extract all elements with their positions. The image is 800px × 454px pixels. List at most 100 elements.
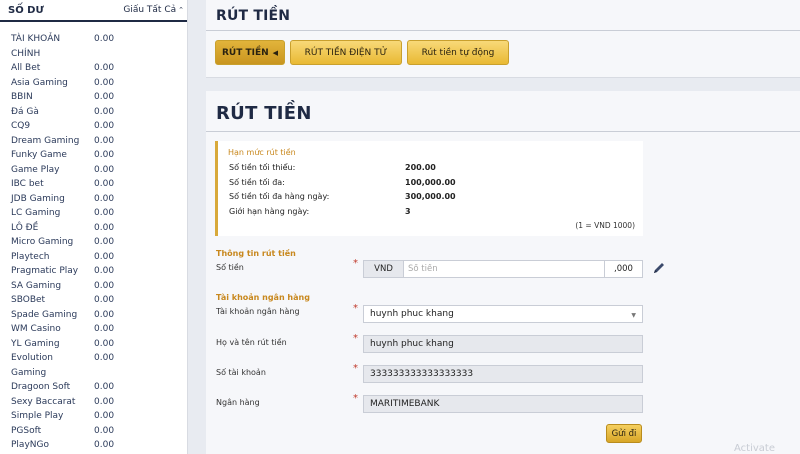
bank-account-title: Tài khoản ngân hàng <box>216 293 310 302</box>
hide-all-label: Giấu Tất Cả <box>123 5 177 15</box>
balance-row: Playtech 0.00 <box>0 250 187 265</box>
balance-row-name: Asia Gaming <box>11 77 68 88</box>
required-mark: * <box>353 258 358 269</box>
balance-row: PGSoft 0.00 <box>0 424 187 439</box>
balance-row: WM Casino 0.00 <box>0 322 187 337</box>
balance-row-name: Dragoon Soft <box>11 382 71 392</box>
balance-row: CHÍNH <box>0 47 187 62</box>
tab-e-withdraw-label: RÚT TIỀN ĐIỆN TỬ <box>304 47 388 58</box>
balance-row-name: TÀI KHOẢN <box>11 34 61 44</box>
balance-row-value <box>94 47 154 62</box>
balance-row: Gaming <box>0 366 187 381</box>
page-title: RÚT TIỀN <box>216 8 291 24</box>
balance-row-value: 0.00 <box>94 295 115 305</box>
withdraw-limits-box: Hạn mức rút tiền Số tiền tối thiểu: 200.… <box>215 141 643 236</box>
bank-name-field: MARITIMEBANK <box>363 395 643 413</box>
sidebar-header: SỐ DƯ Giấu Tất Cả ⌃ <box>0 0 187 22</box>
limit-label: Số tiền tối thiểu: <box>229 163 296 172</box>
balance-row: SA Gaming 0.00 <box>0 279 187 294</box>
balance-row: LÔ ĐỀ 0.00 <box>0 221 187 236</box>
balance-row-value: 0.00 <box>94 92 115 102</box>
tab-e-withdraw[interactable]: RÚT TIỀN ĐIỆN TỬ <box>290 40 402 65</box>
balance-row: Pragmatic Play 0.00 <box>0 264 187 279</box>
limit-value: 100,000.00 <box>405 178 456 187</box>
amount-input[interactable] <box>404 261 604 277</box>
balance-row-value: 0.00 <box>94 164 115 175</box>
balance-row-value: 0.00 <box>94 121 115 131</box>
balance-row: LC Gaming 0.00 <box>0 206 187 221</box>
tab-withdraw-label: RÚT TIỀN <box>221 47 269 58</box>
bank-account-label: Tài khoản ngân hàng <box>216 307 300 316</box>
balance-row-value: 0.00 <box>94 266 115 276</box>
balance-row: Dragoon Soft 0.00 <box>0 380 187 395</box>
balance-row: Spade Gaming 0.00 <box>0 308 187 323</box>
account-name-field: huynh phuc khang <box>363 335 643 353</box>
balance-row: CQ9 0.00 <box>0 119 187 134</box>
balance-row-name: Funky Game <box>11 150 67 160</box>
balance-row-name: BBIN <box>11 92 33 102</box>
sidebar-title: SỐ DƯ <box>8 4 44 16</box>
balance-row-name: Gaming <box>11 367 47 378</box>
balance-row-value: 0.00 <box>94 324 115 334</box>
amount-field: VND ,000 <box>363 260 643 278</box>
balance-row-value: 0.00 <box>94 63 115 73</box>
balance-row-name: Dream Gaming <box>11 135 80 146</box>
unit-note: (1 = VND 1000) <box>575 221 635 230</box>
balance-row-value: 0.00 <box>94 338 115 349</box>
withdraw-info-title: Thông tin rút tiền <box>216 249 296 258</box>
balance-row: TÀI KHOẢN 0.00 <box>0 32 187 47</box>
balance-row: BBIN 0.00 <box>0 90 187 105</box>
bank-account-value: huynh phuc khang <box>370 309 454 319</box>
balance-row: Đá Gà 0.00 <box>0 105 187 120</box>
amount-label: Số tiền <box>216 263 244 272</box>
account-number-label: Số tài khoản <box>216 368 266 377</box>
required-mark: * <box>353 393 358 404</box>
bank-account-select[interactable]: huynh phuc khang ▼ <box>363 305 643 323</box>
pencil-icon[interactable] <box>652 261 666 275</box>
hide-all-toggle[interactable]: Giấu Tất Cả ⌃ <box>123 5 184 15</box>
balance-row: Funky Game 0.00 <box>0 148 187 163</box>
caret-left-icon: ◀ <box>272 48 279 57</box>
balance-row-value: 0.00 <box>94 425 115 436</box>
balance-row: IBC bet 0.00 <box>0 177 187 192</box>
balance-row-name: Micro Gaming <box>11 237 74 247</box>
balance-row-name: Playtech <box>11 251 50 262</box>
balance-row: Dream Gaming 0.00 <box>0 134 187 149</box>
balance-row: JDB Gaming 0.00 <box>0 192 187 207</box>
balance-row-name: CQ9 <box>11 121 31 131</box>
balance-row-name: Simple Play <box>11 411 64 421</box>
account-name-label: Họ và tên rút tiền <box>216 338 287 347</box>
balance-row-name: Game Play <box>11 164 60 175</box>
balance-row-name: Pragmatic Play <box>11 266 79 276</box>
balance-row-name: All Bet <box>11 63 41 73</box>
limits-title: Hạn mức rút tiền <box>228 148 296 157</box>
balance-row-value: 0.00 <box>94 396 115 407</box>
bank-name-label: Ngân hàng <box>216 398 260 407</box>
tab-auto-withdraw[interactable]: Rút tiền tự động <box>407 40 509 65</box>
required-mark: * <box>353 333 358 344</box>
balance-row-name: Spade Gaming <box>11 309 78 320</box>
balance-row: Micro Gaming 0.00 <box>0 235 187 250</box>
limit-value: 200.00 <box>405 163 436 172</box>
balance-row-value: 0.00 <box>94 150 115 160</box>
balance-row-value: 0.00 <box>94 251 115 262</box>
balance-row-name: JDB Gaming <box>11 193 65 204</box>
tab-withdraw[interactable]: RÚT TIỀN ◀ <box>215 40 285 65</box>
balance-row-value: 0.00 <box>94 34 115 44</box>
balance-row-value: 0.00 <box>94 106 115 117</box>
balance-row-value: 0.00 <box>94 222 115 233</box>
balance-row: PlayNGo 0.00 <box>0 438 187 453</box>
balance-sidebar: SỐ DƯ Giấu Tất Cả ⌃ TÀI KHOẢN 0.00 CHÍNH Al… <box>0 0 188 454</box>
balance-row-name: Sexy Baccarat <box>11 396 76 407</box>
submit-button[interactable]: Gửi đi <box>606 424 642 443</box>
balance-row: All Bet 0.00 <box>0 61 187 76</box>
balance-row-value: 0.00 <box>94 135 115 146</box>
limit-label: Số tiền tối đa hàng ngày: <box>229 192 330 201</box>
balance-row-name: LÔ ĐỀ <box>11 222 39 233</box>
divider <box>206 131 800 132</box>
balance-row-value: 0.00 <box>94 208 115 218</box>
activation-watermark: Activate <box>734 443 775 454</box>
balance-row: YL Gaming 0.00 <box>0 337 187 352</box>
balance-row: SBOBet 0.00 <box>0 293 187 308</box>
balance-row-value <box>94 366 154 381</box>
